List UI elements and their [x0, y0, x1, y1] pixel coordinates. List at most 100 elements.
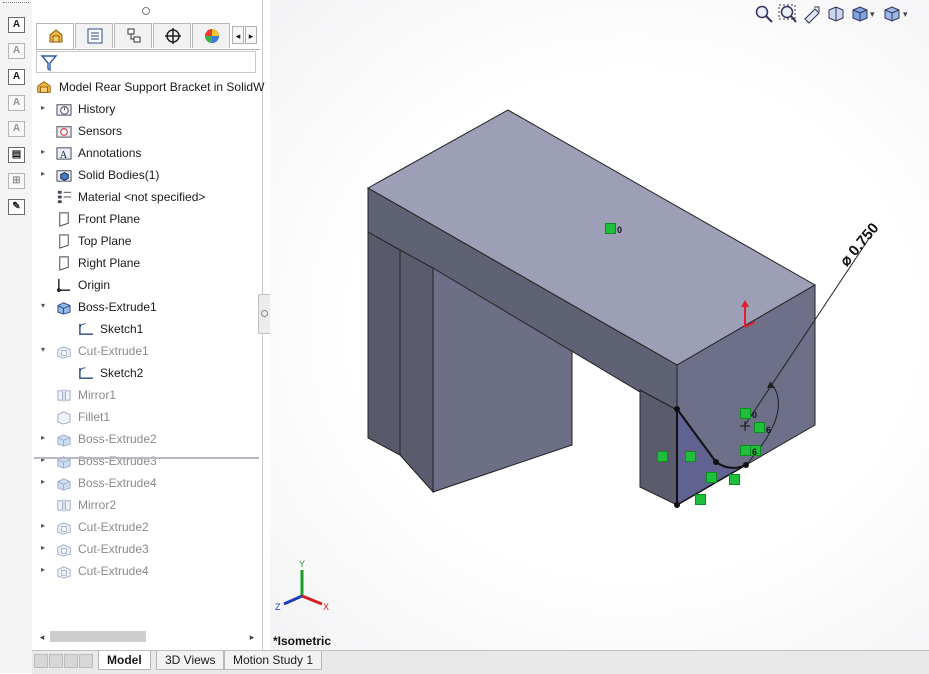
model-viewport[interactable]	[270, 0, 929, 650]
tree-item-cut-extrude1[interactable]: ▾ Cut-Extrude1	[32, 340, 260, 362]
tree-item-boss-extrude2[interactable]: ▸ Boss-Extrude2	[32, 428, 260, 450]
plane-icon	[59, 256, 69, 271]
relation-marker-icon[interactable]	[706, 472, 717, 483]
sketch-point-arc-end[interactable]	[743, 462, 749, 468]
graphics-area[interactable]: ▾ ▾ 0 0 6 6 ⌀ 0.750 Y X Z *Isometric	[270, 0, 929, 650]
tab-3d-views[interactable]: 3D Views	[156, 651, 225, 670]
relation-marker-icon[interactable]	[740, 408, 751, 419]
relation-marker-icon[interactable]	[657, 451, 668, 462]
expand-arrow-icon[interactable]: ▸	[38, 477, 48, 487]
tree-item-sketch2[interactable]: Sketch2	[32, 362, 260, 384]
feature-filter-field[interactable]	[36, 51, 256, 73]
tree-item-sketch1[interactable]: Sketch1	[32, 318, 260, 340]
relation-marker-icon[interactable]	[729, 474, 740, 485]
tab-dimxpertmanager[interactable]	[153, 23, 191, 48]
tree-item-front-plane[interactable]: Front Plane	[32, 208, 260, 230]
tree-item-cut-extrude2[interactable]: ▸ Cut-Extrude2	[32, 516, 260, 538]
tree-item-cut-extrude4[interactable]: ▸ Cut-Extrude4	[32, 560, 260, 582]
tree-item-label: Solid Bodies(1)	[78, 168, 160, 182]
tree-item-label: Cut-Extrude2	[78, 520, 149, 534]
collapse-arrow-icon[interactable]: ▾	[38, 345, 48, 355]
tab-model[interactable]: Model	[98, 651, 151, 670]
rollback-bar[interactable]	[34, 457, 259, 459]
print-icon: ▤	[8, 147, 25, 163]
balloon-button[interactable]: A	[5, 40, 27, 62]
bottom-tab-strip: Model 3D Views Motion Study 1	[32, 650, 929, 674]
tree-item-solid-bodies-1[interactable]: ▸ Solid Bodies(1)	[32, 164, 260, 186]
expand-arrow-icon[interactable]: ▸	[38, 433, 48, 443]
tree-item-label: Cut-Extrude3	[78, 542, 149, 556]
tree-item-mirror1[interactable]: Mirror1	[32, 384, 260, 406]
propertymanager-tab-icon	[87, 28, 103, 44]
tree-item-origin[interactable]: Origin	[32, 274, 260, 296]
auto-balloon-icon: A	[8, 69, 25, 85]
tree-item-boss-extrude1[interactable]: ▾ Boss-Extrude1	[32, 296, 260, 318]
right-leg-inner-face[interactable]	[639, 389, 678, 506]
tree-item-label: Fillet1	[78, 410, 111, 424]
tree-item-boss-extrude4[interactable]: ▸ Boss-Extrude4	[32, 472, 260, 494]
expand-arrow-icon[interactable]: ▸	[38, 565, 48, 575]
tree-item-annotations[interactable]: ▸ A Annotations	[32, 142, 260, 164]
scrollbar-thumb[interactable]	[50, 631, 146, 642]
expand-arrow-icon[interactable]: ▸	[38, 521, 48, 531]
expand-arrow-icon[interactable]: ▸	[38, 169, 48, 179]
triad-x-axis	[301, 594, 323, 606]
tab-motion-study-1[interactable]: Motion Study 1	[224, 651, 323, 670]
tree-item-cut-extrude3[interactable]: ▸ Cut-Extrude3	[32, 538, 260, 560]
tree-item-label: Cut-Extrude1	[78, 344, 149, 358]
tree-item-label: Mirror2	[78, 498, 116, 512]
scroll-right-arrow-icon[interactable]: ▸	[246, 631, 258, 643]
feature-manager-panel: ◂ ▸ Model Rear Support Bracket in SolidW…	[32, 0, 264, 650]
hole-callout-button[interactable]: ▤	[5, 144, 27, 166]
surface-finish-icon: A	[8, 95, 25, 111]
surface-finish-button[interactable]: A	[5, 92, 27, 114]
expand-arrow-icon[interactable]: ▸	[38, 147, 48, 157]
tab-navigation-arrows[interactable]	[34, 654, 98, 669]
expand-arrow-icon[interactable]: ▸	[38, 103, 48, 113]
configurationmanager-tab-icon	[127, 28, 141, 43]
tree-item-boss-extrude3[interactable]: ▸ Boss-Extrude3	[32, 450, 260, 472]
tab-configurationmanager[interactable]	[114, 23, 152, 48]
tree-item-label: Right Plane	[78, 256, 141, 270]
scroll-left-arrow-icon[interactable]: ◂	[36, 631, 48, 643]
relation-marker-icon[interactable]	[685, 451, 696, 462]
expand-arrow-icon[interactable]: ▸	[38, 543, 48, 553]
relation-marker-icon[interactable]	[754, 422, 765, 433]
horizontal-scrollbar[interactable]: ◂ ▸	[36, 629, 258, 645]
feature-manager-tabs: ◂ ▸	[36, 23, 260, 50]
sketch-point-tangent[interactable]	[713, 459, 719, 465]
boss-extrude-icon	[57, 478, 71, 491]
tab-propertymanager[interactable]	[75, 23, 113, 48]
cut-extrude-icon	[57, 522, 71, 535]
panel-grip-handle[interactable]	[142, 7, 150, 15]
tab-displaymanager[interactable]	[192, 23, 230, 48]
tree-item-right-plane[interactable]: Right Plane	[32, 252, 260, 274]
tab-scroll-left-button[interactable]: ◂	[232, 26, 244, 44]
tree-item-sensors[interactable]: Sensors	[32, 120, 260, 142]
tab-featuremanager[interactable]	[36, 23, 74, 49]
auto-balloon-button[interactable]: A	[5, 66, 27, 88]
toolbar-grip[interactable]	[3, 2, 29, 7]
collapse-arrow-icon[interactable]: ▾	[38, 301, 48, 311]
tree-item-fillet1[interactable]: Fillet1	[32, 406, 260, 428]
tree-item-top-plane[interactable]: Top Plane	[32, 230, 260, 252]
tree-item-material-not-specified[interactable]: Material <not specified>	[32, 186, 260, 208]
tree-item-label: Cut-Extrude4	[78, 564, 149, 578]
tab-scroll-right-button[interactable]: ▸	[245, 26, 257, 44]
origin-icon	[56, 278, 71, 293]
tree-item-mirror2[interactable]: Mirror2	[32, 494, 260, 516]
weld-symbol-button[interactable]: A	[5, 118, 27, 140]
sketch-icon	[79, 367, 94, 379]
sketch-point-bottom[interactable]	[674, 502, 680, 508]
relation-marker-icon[interactable]	[605, 223, 616, 234]
tree-root-part[interactable]: Model Rear Support Bracket in SolidW	[32, 76, 264, 98]
relation-label: 6	[766, 425, 772, 435]
sketch-point-top[interactable]	[674, 406, 680, 412]
tree-item-history[interactable]: ▸ History	[32, 98, 260, 120]
relation-marker-icon[interactable]	[695, 494, 706, 505]
triad-z-axis	[283, 594, 303, 606]
datum-button[interactable]: ⊞	[5, 170, 27, 192]
reference-geometry-button[interactable]: ✎	[5, 196, 27, 218]
boss-extrude-icon	[57, 434, 71, 447]
smart-dimension-button[interactable]: A	[5, 14, 27, 36]
